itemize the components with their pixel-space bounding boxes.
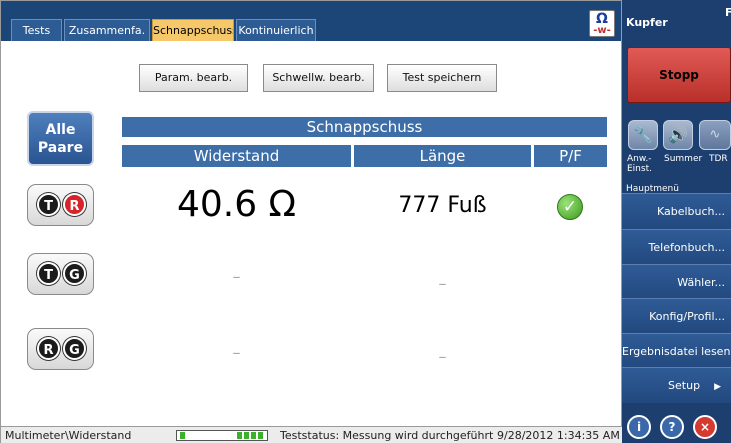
edit-params-button[interactable]: Param. bearb. (139, 64, 248, 92)
tip-icon: T (37, 193, 60, 216)
resistance-value: – (232, 343, 241, 362)
ohm-meter-button[interactable]: Ω -w- (589, 10, 615, 37)
ground-icon: G (63, 337, 86, 360)
app-settings-label: Anw.- Einst. (627, 154, 652, 174)
wrench-icon[interactable]: 🔧 (628, 120, 658, 150)
right-panel-title: Kupfer (626, 16, 668, 29)
tab-zusammenfassung[interactable]: Zusammenfa. (64, 19, 150, 41)
menu-item-config-profile[interactable]: Konfig/Profil... (622, 298, 731, 334)
progress-segment (237, 432, 242, 439)
resistance-value: – (232, 267, 241, 286)
pair-tip-ring-button[interactable]: T R (27, 184, 94, 226)
close-icon[interactable]: × (693, 415, 717, 439)
ring-icon: R (63, 193, 86, 216)
status-bar: Multimeter\Widerstand Teststatus: Messun… (1, 426, 623, 443)
test-status: Teststatus: Messung wird durchgeführt (280, 429, 494, 442)
right-panel: Kupfer F Stopp 🔧 🔊 ∿ Anw.- Einst. Summer… (622, 0, 731, 443)
tab-bar: Tests Zusammenfa. Schnappschuss Kontinui… (1, 1, 621, 41)
right-panel-edge-label: F (725, 6, 731, 19)
column-header-resistance: Widerstand (122, 145, 351, 167)
status-path: Multimeter\Widerstand (5, 429, 132, 442)
summer-label: Summer (664, 154, 703, 164)
info-icon[interactable]: i (627, 415, 651, 439)
tdr-wave-icon[interactable]: ∿ (699, 120, 731, 150)
menu-item-phone-book[interactable]: Telefonbuch... (622, 229, 731, 265)
main-panel: Tests Zusammenfa. Schnappschuss Kontinui… (0, 0, 623, 443)
tab-schnappschuss[interactable]: Schnappschuss (152, 19, 234, 41)
help-icon[interactable]: ? (660, 415, 684, 439)
pass-check-icon: ✓ (557, 194, 583, 220)
ring-icon: R (37, 337, 60, 360)
tab-tests[interactable]: Tests (11, 19, 62, 41)
menu-item-read-results[interactable]: Ergebnisdatei lesen (622, 333, 731, 369)
column-header-length: Länge (354, 145, 531, 167)
tab-kontinuierlich[interactable]: Kontinuierlich (236, 19, 316, 41)
tip-icon: T (37, 262, 60, 285)
edit-threshold-button[interactable]: Schwellw. bearb. (263, 64, 374, 92)
progress-segment (258, 432, 263, 439)
progress-segment (180, 432, 185, 439)
ground-icon: G (63, 262, 86, 285)
timestamp: 9/28/2012 1:34:35 AM (497, 429, 620, 442)
length-value: – (438, 274, 447, 293)
save-test-button[interactable]: Test speichern (387, 64, 497, 92)
wave-icon: -w- (593, 25, 611, 36)
all-pairs-button[interactable]: Alle Paare (27, 111, 94, 166)
menu-item-setup[interactable]: Setup ▶ (622, 367, 731, 403)
resistance-value: 40.6 Ω (176, 184, 297, 225)
tdr-label: TDR (709, 154, 728, 164)
menu-item-dialer[interactable]: Wähler... (622, 264, 731, 300)
length-value: 777 Fuß (398, 193, 487, 218)
progress-indicator (176, 430, 268, 441)
all-pairs-label-line1: Alle (45, 122, 76, 138)
arrow-right-icon: ▶ (714, 382, 721, 392)
progress-segment (244, 432, 249, 439)
length-value: – (438, 347, 447, 366)
all-pairs-label-line2: Paare (37, 140, 84, 156)
speaker-icon[interactable]: 🔊 (663, 120, 693, 150)
setup-label: Setup (668, 379, 701, 392)
pair-tip-ground-button[interactable]: T G (27, 253, 94, 295)
column-header-pass-fail: P/F (534, 145, 607, 167)
progress-segment (251, 432, 256, 439)
menu-item-cable-book[interactable]: Kabelbuch... (622, 193, 731, 229)
pair-ring-ground-button[interactable]: R G (27, 328, 94, 370)
table-title: Schnappschuss (122, 117, 607, 137)
stop-button[interactable]: Stopp (627, 47, 731, 103)
